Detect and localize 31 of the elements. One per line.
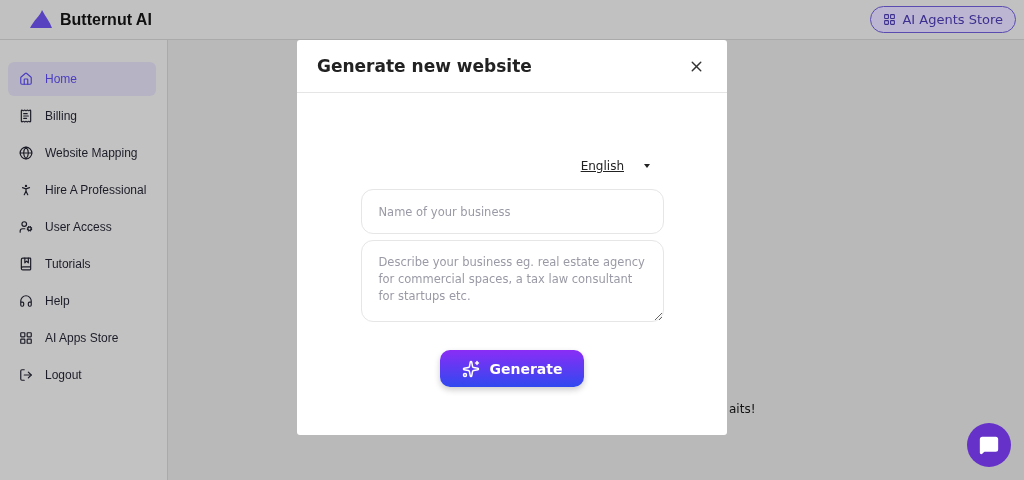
- logout-icon: [19, 368, 33, 382]
- background-text: aits!: [729, 402, 756, 416]
- chat-button[interactable]: [967, 423, 1011, 467]
- sidebar-item[interactable]: Help: [8, 284, 156, 318]
- sidebar-item[interactable]: Hire A Professional: [8, 173, 156, 207]
- sparkles-icon: [461, 359, 480, 378]
- dialog-title: Generate new website: [317, 56, 532, 76]
- sidebar-item[interactable]: AI Apps Store: [8, 321, 156, 355]
- user-icon: [19, 220, 33, 234]
- sidebar-item[interactable]: User Access: [8, 210, 156, 244]
- logo-icon: [28, 9, 54, 30]
- sidebar-item[interactable]: Logout: [8, 358, 156, 392]
- sidebar-item[interactable]: Tutorials: [8, 247, 156, 281]
- brand-name: Butternut AI: [60, 10, 152, 29]
- business-name-field[interactable]: Name of your business: [360, 189, 664, 234]
- grid-icon: [19, 331, 33, 345]
- person-icon: [19, 183, 33, 197]
- home-icon: [19, 72, 33, 86]
- description-field[interactable]: Describe your business eg. real estate agency for commercial spaces, a tax law consultant for startups etc.: [360, 240, 664, 322]
- bookmark-icon: [19, 257, 33, 271]
- globe-icon: [19, 146, 33, 160]
- generate-button[interactable]: Generate: [440, 350, 584, 387]
- sidebar-item[interactable]: Website Mapping: [8, 136, 156, 170]
- headset-icon: [19, 294, 33, 308]
- receipt-icon: [19, 109, 33, 123]
- grid-icon: [883, 13, 897, 26]
- language-dropdown[interactable]: English: [580, 159, 650, 173]
- chat-icon: [979, 435, 999, 455]
- sidebar-item[interactable]: Billing: [8, 99, 156, 133]
- sidebar-item[interactable]: Home: [8, 62, 156, 96]
- ai-agents-store-button[interactable]: AI Agents Store: [870, 6, 1016, 33]
